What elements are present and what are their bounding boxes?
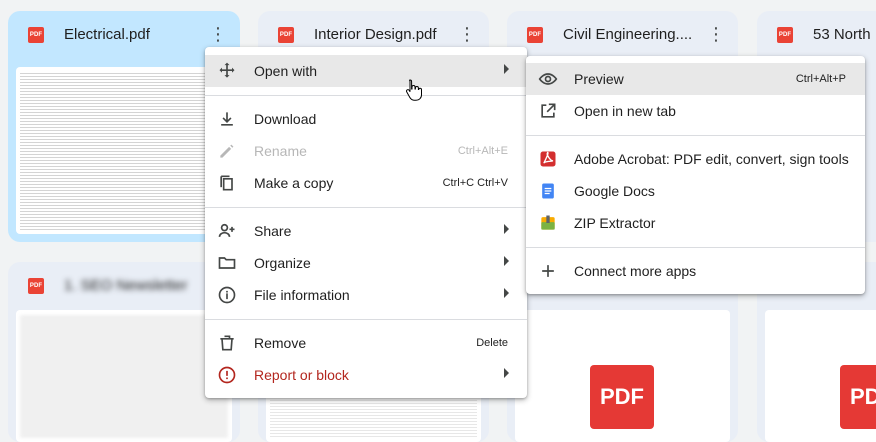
copy-icon: [220, 175, 233, 191]
menu-item-label: Rename: [254, 143, 307, 159]
menu-divider: [526, 247, 865, 248]
menu-divider: [205, 319, 527, 320]
submenu-item-label: Preview: [574, 71, 624, 87]
menu-item-share[interactable]: Share: [205, 215, 527, 247]
menu-item-shortcut: Ctrl+C Ctrl+V: [442, 177, 508, 189]
menu-item-remove[interactable]: Remove Delete: [205, 327, 527, 359]
file-name: Interior Design.pdf: [314, 26, 437, 43]
menu-item-make-a-copy[interactable]: Make a copy Ctrl+C Ctrl+V: [205, 167, 527, 199]
file-thumbnail: [16, 67, 232, 234]
menu-item-report-or-block[interactable]: Report or block: [205, 359, 527, 391]
menu-item-label: Remove: [254, 335, 307, 351]
open-with-submenu: Preview Ctrl+Alt+P Open in new tab Adobe…: [526, 56, 865, 294]
pdf-large-icon: PDF: [590, 365, 654, 429]
pdf-file-icon: PDF: [28, 27, 44, 43]
menu-item-download[interactable]: Download: [205, 103, 527, 135]
menu-item-open-with[interactable]: Open with: [205, 55, 527, 87]
submenu-arrow-icon: [504, 288, 509, 298]
menu-item-label: Organize: [254, 255, 311, 271]
document-preview: [20, 71, 228, 230]
pdf-file-icon: PDF: [28, 278, 44, 294]
file-name: Civil Engineering....: [563, 26, 693, 43]
menu-item-organize[interactable]: Organize: [205, 247, 527, 279]
submenu-item-open-in-new-tab[interactable]: Open in new tab: [526, 95, 865, 127]
file-thumbnail: PDF: [765, 310, 876, 442]
menu-item-shortcut: Ctrl+Alt+E: [457, 145, 508, 157]
move-arrows-icon: [219, 62, 235, 78]
menu-item-label: File information: [254, 287, 350, 303]
menu-item-label: Report or block: [254, 367, 349, 383]
file-thumbnail: PDF: [515, 310, 730, 442]
submenu-item-preview[interactable]: Preview Ctrl+Alt+P: [526, 63, 865, 95]
menu-divider: [205, 95, 527, 96]
submenu-arrow-icon: [504, 256, 509, 266]
submenu-item-label: Connect more apps: [574, 263, 697, 279]
submenu-arrow-icon: [504, 64, 509, 74]
file-name: Electrical.pdf: [64, 26, 150, 43]
submenu-arrow-icon: [504, 368, 509, 378]
context-menu: Open with Download Rename Ctrl+Alt+E Mak…: [205, 47, 527, 398]
more-actions-icon[interactable]: ⋮: [704, 23, 728, 47]
plus-icon: [542, 265, 554, 277]
menu-item-label: Share: [254, 223, 292, 239]
submenu-item-label: Open in new tab: [574, 103, 676, 119]
more-actions-icon[interactable]: ⋮: [455, 23, 479, 47]
file-name: 1. SEO Newsletter: [64, 277, 188, 294]
adobe-acrobat-icon: [540, 151, 556, 167]
file-name: 53 North: [813, 26, 871, 43]
document-preview: [20, 314, 228, 438]
pencil-icon: [220, 144, 234, 158]
info-icon: [218, 286, 236, 304]
hand-pointer-cursor-icon: [405, 79, 422, 101]
folder-icon: [218, 257, 236, 269]
submenu-item-connect-more-apps[interactable]: Connect more apps: [526, 255, 865, 287]
trash-icon: [220, 335, 234, 351]
pdf-file-icon: PDF: [777, 27, 793, 43]
more-actions-icon[interactable]: ⋮: [206, 23, 230, 47]
submenu-item-google-docs[interactable]: Google Docs: [526, 175, 865, 207]
pdf-large-icon: PDF: [840, 365, 876, 429]
submenu-item-shortcut: Ctrl+Alt+P: [795, 73, 846, 85]
menu-item-rename: Rename Ctrl+Alt+E: [205, 135, 527, 167]
menu-divider: [205, 207, 527, 208]
menu-item-label: Open with: [254, 63, 318, 79]
menu-item-label: Make a copy: [254, 175, 334, 191]
submenu-item-label: Adobe Acrobat: PDF edit, convert, sign t…: [574, 151, 849, 167]
submenu-arrow-icon: [504, 224, 509, 234]
file-thumbnail: [16, 310, 232, 442]
submenu-item-label: Google Docs: [574, 183, 655, 199]
google-docs-icon: [542, 183, 554, 199]
submenu-item-zip-extractor[interactable]: ZIP Extractor: [526, 207, 865, 239]
download-icon: [221, 112, 233, 126]
person-add-icon: [218, 223, 235, 237]
zip-extractor-icon: [541, 215, 555, 230]
menu-item-file-information[interactable]: File information: [205, 279, 527, 311]
pdf-file-icon: PDF: [527, 27, 543, 43]
submenu-item-adobe-acrobat[interactable]: Adobe Acrobat: PDF edit, convert, sign t…: [526, 143, 865, 175]
alert-icon: [218, 366, 236, 384]
menu-item-label: Download: [254, 111, 317, 127]
menu-item-shortcut: Delete: [476, 337, 508, 349]
submenu-item-label: ZIP Extractor: [574, 215, 656, 231]
eye-icon: [538, 73, 558, 85]
menu-divider: [526, 135, 865, 136]
open-new-tab-icon: [541, 103, 556, 118]
pdf-file-icon: PDF: [278, 27, 294, 43]
